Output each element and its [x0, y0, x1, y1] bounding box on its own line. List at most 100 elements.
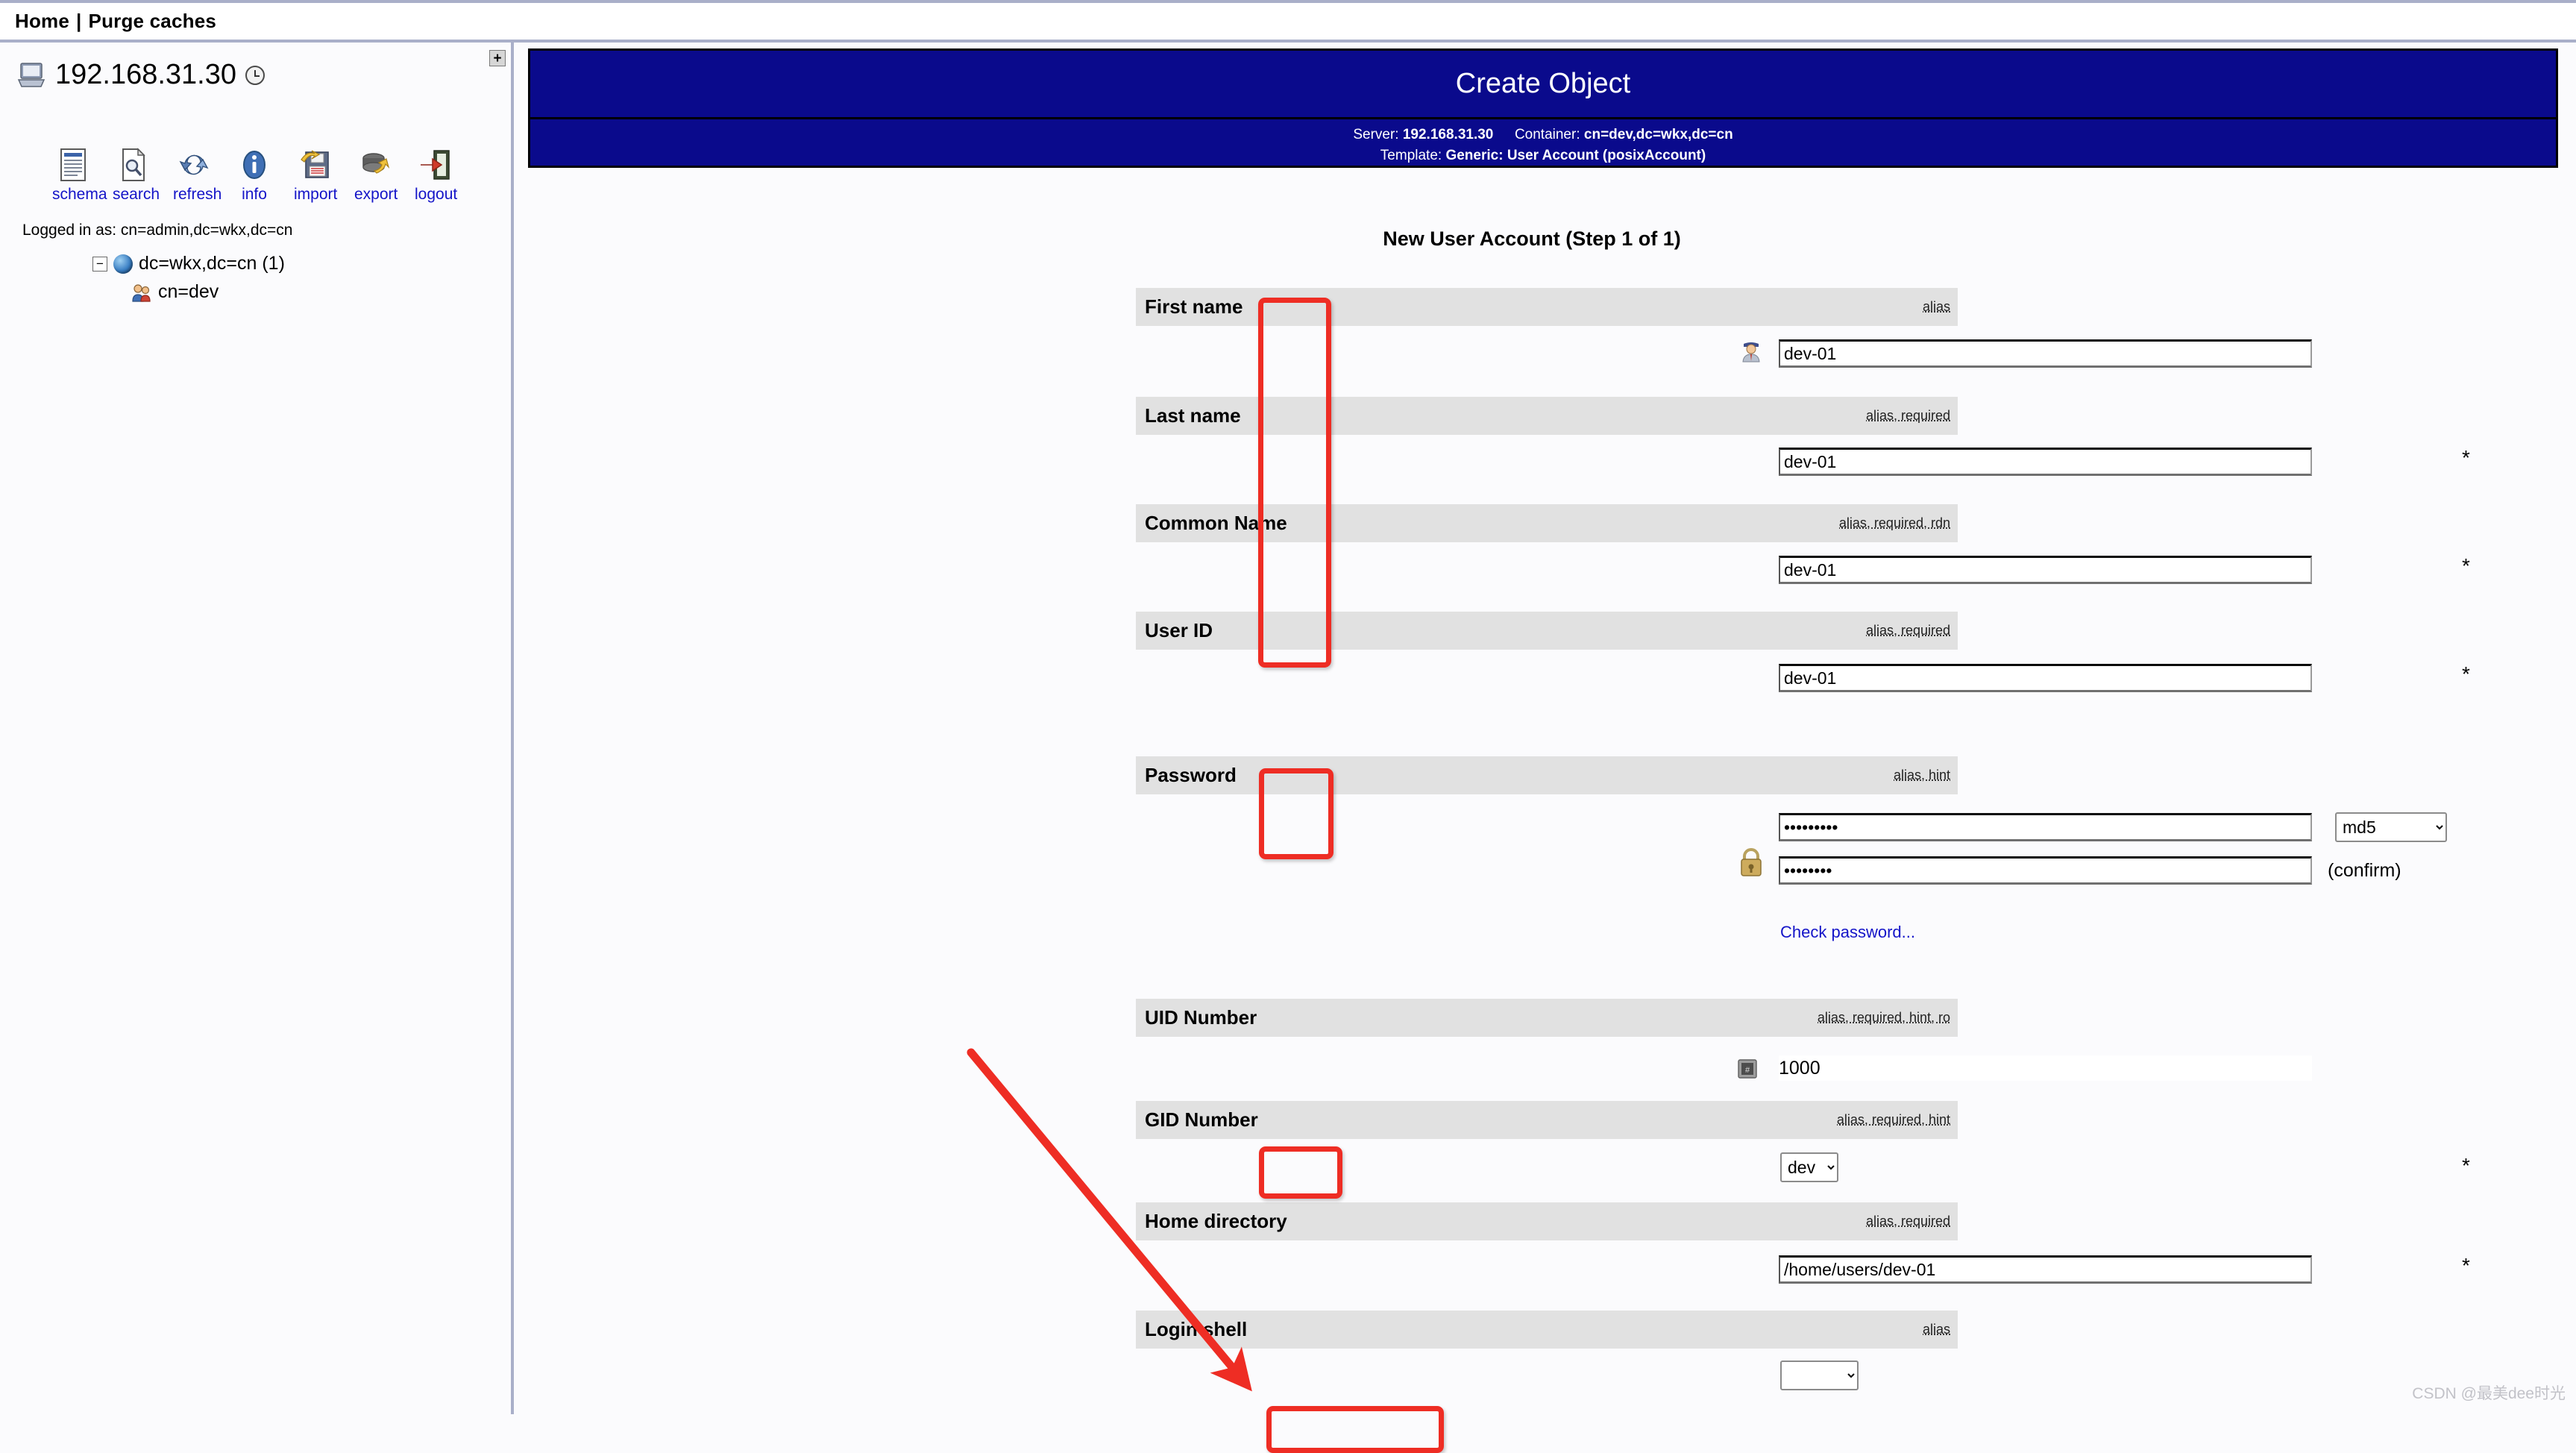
breadcrumb: Home | Purge caches	[15, 10, 216, 33]
section-header-password: Password alias, hint	[1136, 756, 1958, 794]
banner-server-container-line: Server: 192.168.31.30 Container: cn=dev,…	[530, 125, 2556, 145]
tool-schema[interactable]: schema	[52, 147, 94, 204]
logged-in-as-text: Logged in as: cn=admin,dc=wkx,dc=cn	[22, 222, 292, 239]
top-navigation-bar: Home | Purge caches	[0, 0, 2576, 43]
gid-number-select[interactable]: dev	[1780, 1152, 1838, 1182]
section-hint[interactable]: alias	[1923, 299, 1950, 315]
schema-icon	[52, 147, 94, 183]
template-value: Generic: User Account (posixAccount)	[1445, 148, 1706, 163]
tool-label-import[interactable]: import	[294, 186, 336, 204]
section-label: Login shell	[1145, 1318, 1247, 1341]
tool-label-logout[interactable]: logout	[415, 186, 456, 204]
section-header-gid-number: GID Number alias, required, hint	[1136, 1101, 1958, 1139]
password-confirm-input[interactable]	[1779, 856, 2312, 885]
main-content: Create Object Server: 192.168.31.30 Cont…	[517, 43, 2576, 1414]
tree-node-root[interactable]: − dc=wkx,dc=cn (1)	[92, 253, 285, 274]
expander-icon[interactable]: −	[92, 257, 107, 272]
page-title: Create Object	[530, 51, 2556, 119]
tool-export[interactable]: export	[354, 147, 396, 204]
search-icon	[113, 147, 154, 183]
section-label: First name	[1145, 295, 1243, 318]
section-hint[interactable]: alias	[1923, 1322, 1950, 1337]
lock-icon	[1737, 847, 1765, 878]
template-label: Template:	[1380, 148, 1442, 163]
section-label: GID Number	[1145, 1108, 1258, 1132]
tool-search[interactable]: search	[113, 147, 154, 204]
section-hint[interactable]: alias, required	[1866, 623, 1950, 638]
purge-caches-link[interactable]: Purge caches	[89, 10, 217, 32]
last-name-input[interactable]	[1779, 448, 2312, 476]
collapse-panel-button[interactable]: +	[489, 50, 506, 66]
tool-logout[interactable]: logout	[415, 147, 456, 204]
server-value: 192.168.31.30	[1403, 127, 1494, 142]
step-title: New User Account (Step 1 of 1)	[517, 227, 2547, 251]
confirm-label: (confirm)	[2328, 860, 2401, 882]
users-icon	[131, 283, 152, 302]
banner-subtitle: Server: 192.168.31.30 Container: cn=dev,…	[530, 122, 2556, 166]
svg-text:#: #	[1745, 1066, 1750, 1075]
export-icon	[354, 147, 396, 183]
watermark-text: CSDN @最美dee时光	[2412, 1381, 2566, 1404]
tool-label-info[interactable]: info	[233, 186, 275, 204]
section-header-common-name: Common Name alias, required, rdn	[1136, 504, 1958, 542]
password-hash-select[interactable]: md5	[2335, 812, 2447, 842]
page-banner: Create Object Server: 192.168.31.30 Cont…	[528, 48, 2558, 168]
login-shell-select[interactable]	[1780, 1361, 1859, 1390]
section-hint[interactable]: alias, required, hint, ro	[1818, 1010, 1950, 1026]
required-star-common-name: *	[2462, 556, 2470, 577]
clock-icon[interactable]	[245, 66, 265, 85]
server-name[interactable]: 192.168.31.30	[55, 59, 236, 91]
section-label: Password	[1145, 764, 1237, 787]
section-hint[interactable]: alias, required	[1866, 408, 1950, 424]
computer-icon	[16, 62, 46, 89]
home-link[interactable]: Home	[15, 10, 69, 32]
server-label: Server:	[1353, 127, 1398, 142]
tool-label-export[interactable]: export	[354, 186, 396, 204]
tree-node-root-label[interactable]: dc=wkx,dc=cn (1)	[139, 253, 285, 274]
section-label: User ID	[1145, 619, 1213, 642]
section-hint[interactable]: alias, required, rdn	[1839, 515, 1950, 531]
required-star-gid: *	[2462, 1155, 2470, 1176]
logout-icon	[415, 147, 456, 183]
container-value: cn=dev,dc=wkx,dc=cn	[1584, 127, 1733, 142]
section-label: UID Number	[1145, 1006, 1257, 1029]
section-header-user-id: User ID alias, required	[1136, 612, 1958, 650]
globe-icon	[113, 254, 133, 274]
section-label: Common Name	[1145, 512, 1287, 535]
section-label: Last name	[1145, 404, 1241, 427]
required-star-home-dir: *	[2462, 1255, 2470, 1276]
tool-refresh[interactable]: refresh	[173, 147, 215, 204]
info-icon	[233, 147, 275, 183]
banner-template-line: Template: Generic: User Account (posixAc…	[530, 145, 2556, 166]
required-star-user-id: *	[2462, 664, 2470, 685]
number-icon: #	[1737, 1058, 1758, 1079]
tree-node-child-label[interactable]: cn=dev	[158, 281, 219, 303]
home-directory-input[interactable]	[1779, 1255, 2312, 1284]
section-hint[interactable]: alias, required, hint	[1837, 1112, 1950, 1128]
section-hint[interactable]: alias, required	[1866, 1214, 1950, 1229]
tool-label-search[interactable]: search	[113, 186, 154, 204]
check-password-link[interactable]: Check password...	[1780, 923, 1915, 942]
password-input[interactable]	[1779, 813, 2312, 841]
server-header: 192.168.31.30	[16, 59, 265, 91]
user-icon	[1740, 340, 1762, 363]
section-header-last-name: Last name alias, required	[1136, 397, 1958, 435]
import-icon	[294, 147, 336, 183]
tool-info[interactable]: info	[233, 147, 275, 204]
ldap-tree-panel: + 192.168.31.30 schema search refresh in…	[0, 43, 514, 1414]
container-label: Container:	[1515, 127, 1580, 142]
tree-node-child[interactable]: cn=dev	[131, 281, 219, 303]
section-label: Home directory	[1145, 1210, 1287, 1233]
tool-label-schema[interactable]: schema	[52, 186, 94, 204]
section-hint[interactable]: alias, hint	[1894, 768, 1950, 783]
user-id-input[interactable]	[1779, 664, 2312, 692]
uid-number-value: 1000	[1779, 1055, 2312, 1081]
section-header-login-shell: Login shell alias	[1136, 1311, 1958, 1349]
section-header-first-name: First name alias	[1136, 288, 1958, 326]
tree-toolbar: schema search refresh info import export…	[52, 147, 456, 204]
common-name-input[interactable]	[1779, 556, 2312, 584]
tool-label-refresh[interactable]: refresh	[173, 186, 215, 204]
tool-import[interactable]: import	[294, 147, 336, 204]
first-name-input[interactable]	[1779, 339, 2312, 368]
refresh-icon	[173, 147, 215, 183]
